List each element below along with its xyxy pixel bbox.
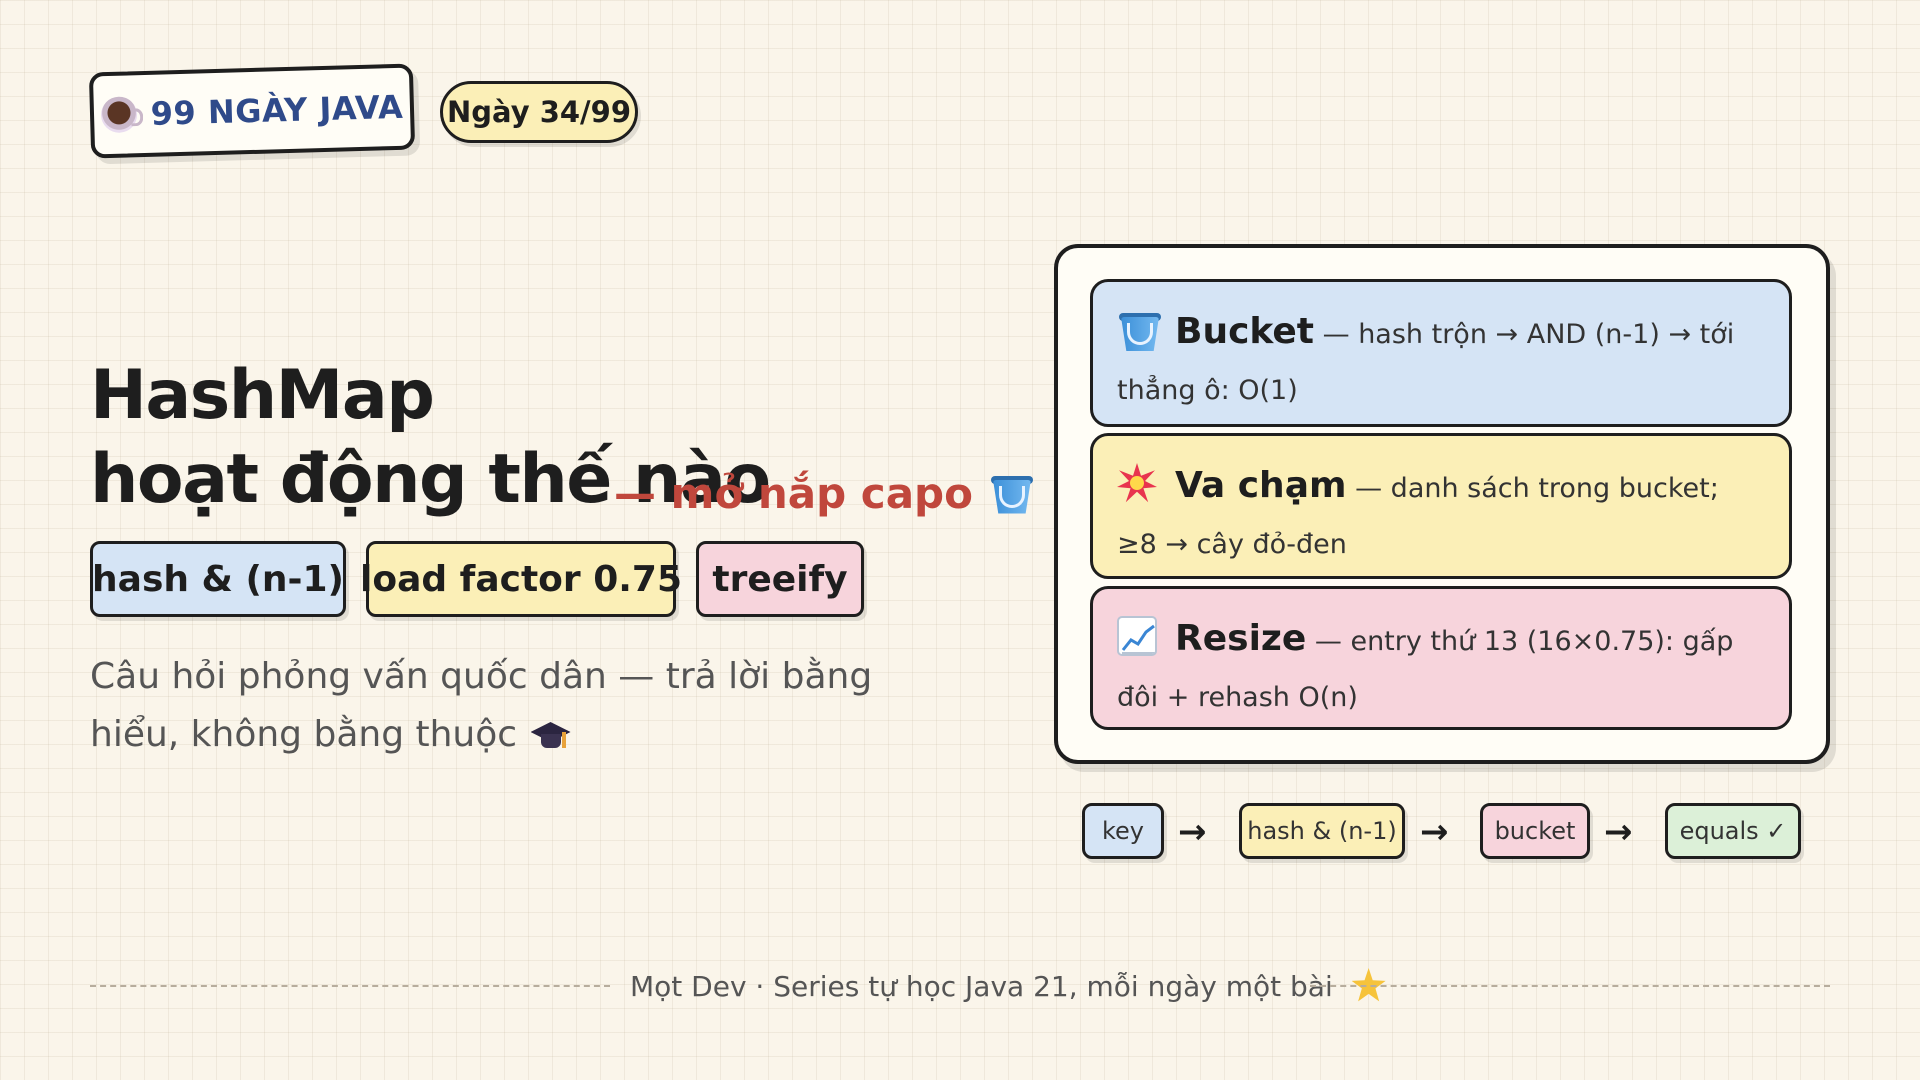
card-resize-title: Resize — [1175, 618, 1307, 659]
footer: Mọt Dev · Series tự học Java 21, mỗi ngà… — [630, 968, 1386, 1003]
description: Câu hỏi phỏng vấn quốc dân — trả lời bằn… — [90, 648, 970, 764]
flow-step-key: key — [1082, 803, 1164, 859]
flow-arrow-3: → — [1604, 812, 1633, 852]
subtitle-text: — mở nắp capo — [614, 469, 973, 518]
bucket-icon — [989, 472, 1035, 516]
coffee-icon — [100, 96, 138, 134]
page-title-line-1: HashMap — [90, 356, 435, 435]
bucket-icon — [1117, 309, 1161, 351]
brand-label: 99 NGÀY JAVA — [150, 87, 404, 133]
card-bucket: Bucket — hash trộn → AND (n-1) → tới thẳ… — [1090, 279, 1792, 427]
flow-step-bucket: bucket — [1480, 803, 1590, 859]
flow-step-equals: equals ✓ — [1665, 803, 1801, 859]
tag-load-factor: load factor 0.75 — [360, 541, 682, 617]
flow-step-hash: hash & (n-1) — [1239, 803, 1405, 859]
footer-text: Mọt Dev · Series tự học Java 21, mỗi ngà… — [630, 970, 1333, 1003]
card-collision-title: Va chạm — [1175, 465, 1347, 506]
description-text: Câu hỏi phỏng vấn quốc dân — trả lời bằn… — [90, 656, 873, 755]
chart-increasing-icon — [1117, 616, 1161, 656]
graduation-cap-icon — [529, 718, 573, 754]
tag-treeify: treeify — [696, 541, 864, 617]
brand-badge: 99 NGÀY JAVA — [88, 63, 416, 159]
footer-divider-left — [90, 985, 610, 987]
flow-arrow-1: → — [1178, 812, 1207, 852]
card-resize: Resize — entry thứ 13 (16×0.75): gấp đôi… — [1090, 586, 1792, 730]
collision-icon — [1117, 463, 1161, 503]
card-collision: Va chạm — danh sách trong bucket; ≥8 → c… — [1090, 433, 1792, 579]
flow-arrow-2: → — [1420, 812, 1449, 852]
tag-hash: hash & (n-1) — [90, 541, 346, 617]
footer-divider-right — [1310, 985, 1830, 987]
day-badge: Ngày 34/99 — [440, 81, 638, 143]
card-bucket-title: Bucket — [1175, 311, 1315, 352]
page-subtitle: — mở nắp capo — [614, 469, 1035, 518]
